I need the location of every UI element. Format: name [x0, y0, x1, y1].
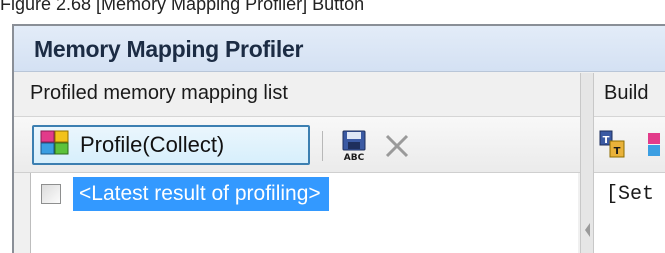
splitter-grip-icon[interactable] [585, 223, 590, 237]
window-title-bar: Memory Mapping Profiler [14, 26, 665, 72]
clear-x-icon[interactable] [382, 131, 412, 161]
memory-mapping-profiler-window: Memory Mapping Profiler Profiled memory … [12, 24, 665, 253]
build-pane-content: [Set [594, 173, 665, 253]
profiled-memory-mapping-list: <Latest result of profiling> [30, 173, 578, 253]
list-item-label[interactable]: <Latest result of profiling> [73, 177, 329, 211]
list-item[interactable]: <Latest result of profiling> [31, 177, 578, 211]
profiled-list-header-label: Profiled memory mapping list [30, 82, 288, 104]
profiled-list-header: Profiled memory mapping list [14, 73, 580, 117]
svg-text:ABC: ABC [344, 153, 365, 162]
profile-collect-button[interactable]: Profile(Collect) [32, 125, 310, 165]
profile-colored-blocks-icon [40, 130, 70, 161]
save-abc-floppy-icon[interactable]: ABC [340, 130, 368, 163]
pane-splitter[interactable] [580, 73, 594, 253]
build-pane-content-text: [Set [606, 183, 655, 206]
build-pane-toolbar: T T [594, 117, 665, 173]
svg-text:T: T [614, 146, 621, 157]
window-title: Memory Mapping Profiler [34, 36, 304, 62]
profiled-list-toolbar: Profile(Collect) ABC [14, 117, 580, 173]
toolbar-separator [322, 131, 323, 161]
build-pane: Build T T [Set [594, 73, 665, 253]
build-pane-header-label: Build [604, 82, 649, 104]
build-pane-header: Build [594, 73, 665, 117]
list-item-checkbox[interactable] [41, 184, 61, 204]
profile-collect-button-label: Profile(Collect) [80, 132, 225, 157]
svg-text:T: T [603, 135, 610, 146]
profiled-list-pane: Profiled memory mapping list Profile(Col… [14, 73, 580, 253]
build-tool-icon[interactable]: T T [598, 129, 628, 161]
build-tool-secondary-icon[interactable] [646, 131, 662, 159]
figure-caption: Figure 2.68 [Memory Mapping Profiler] Bu… [0, 0, 365, 14]
